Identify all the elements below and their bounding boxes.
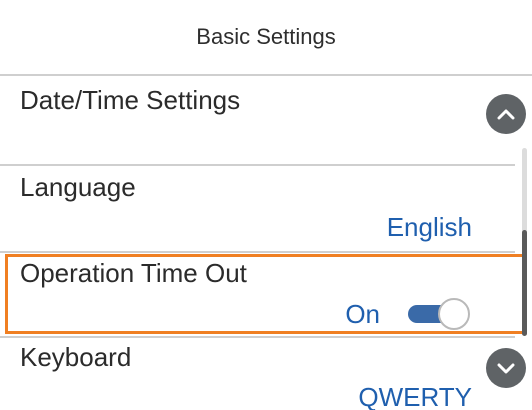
setting-label: Date/Time Settings bbox=[20, 85, 241, 115]
setting-row-language[interactable]: Language English bbox=[0, 166, 515, 251]
setting-row-keyboard[interactable]: Keyboard QWERTY bbox=[0, 338, 515, 410]
chevron-up-icon bbox=[497, 109, 515, 120]
setting-label: Keyboard bbox=[20, 342, 132, 372]
operation-time-out-toggle[interactable] bbox=[408, 298, 470, 330]
scrollbar-track[interactable] bbox=[522, 148, 527, 336]
scroll-down-button[interactable] bbox=[486, 348, 526, 388]
setting-label: Language bbox=[20, 172, 136, 202]
setting-value: English bbox=[386, 212, 472, 242]
scroll-up-button[interactable] bbox=[486, 94, 526, 134]
setting-value: QWERTY bbox=[358, 382, 472, 410]
chevron-down-icon bbox=[497, 363, 515, 374]
toggle-knob bbox=[438, 298, 470, 330]
screen-header: Basic Settings bbox=[0, 0, 532, 76]
page-title: Basic Settings bbox=[196, 24, 336, 49]
setting-row-date-time[interactable]: Date/Time Settings bbox=[0, 78, 515, 164]
settings-screen: Basic Settings Date/Time Settings Langua… bbox=[0, 0, 532, 410]
scrollbar-thumb[interactable] bbox=[522, 230, 527, 336]
